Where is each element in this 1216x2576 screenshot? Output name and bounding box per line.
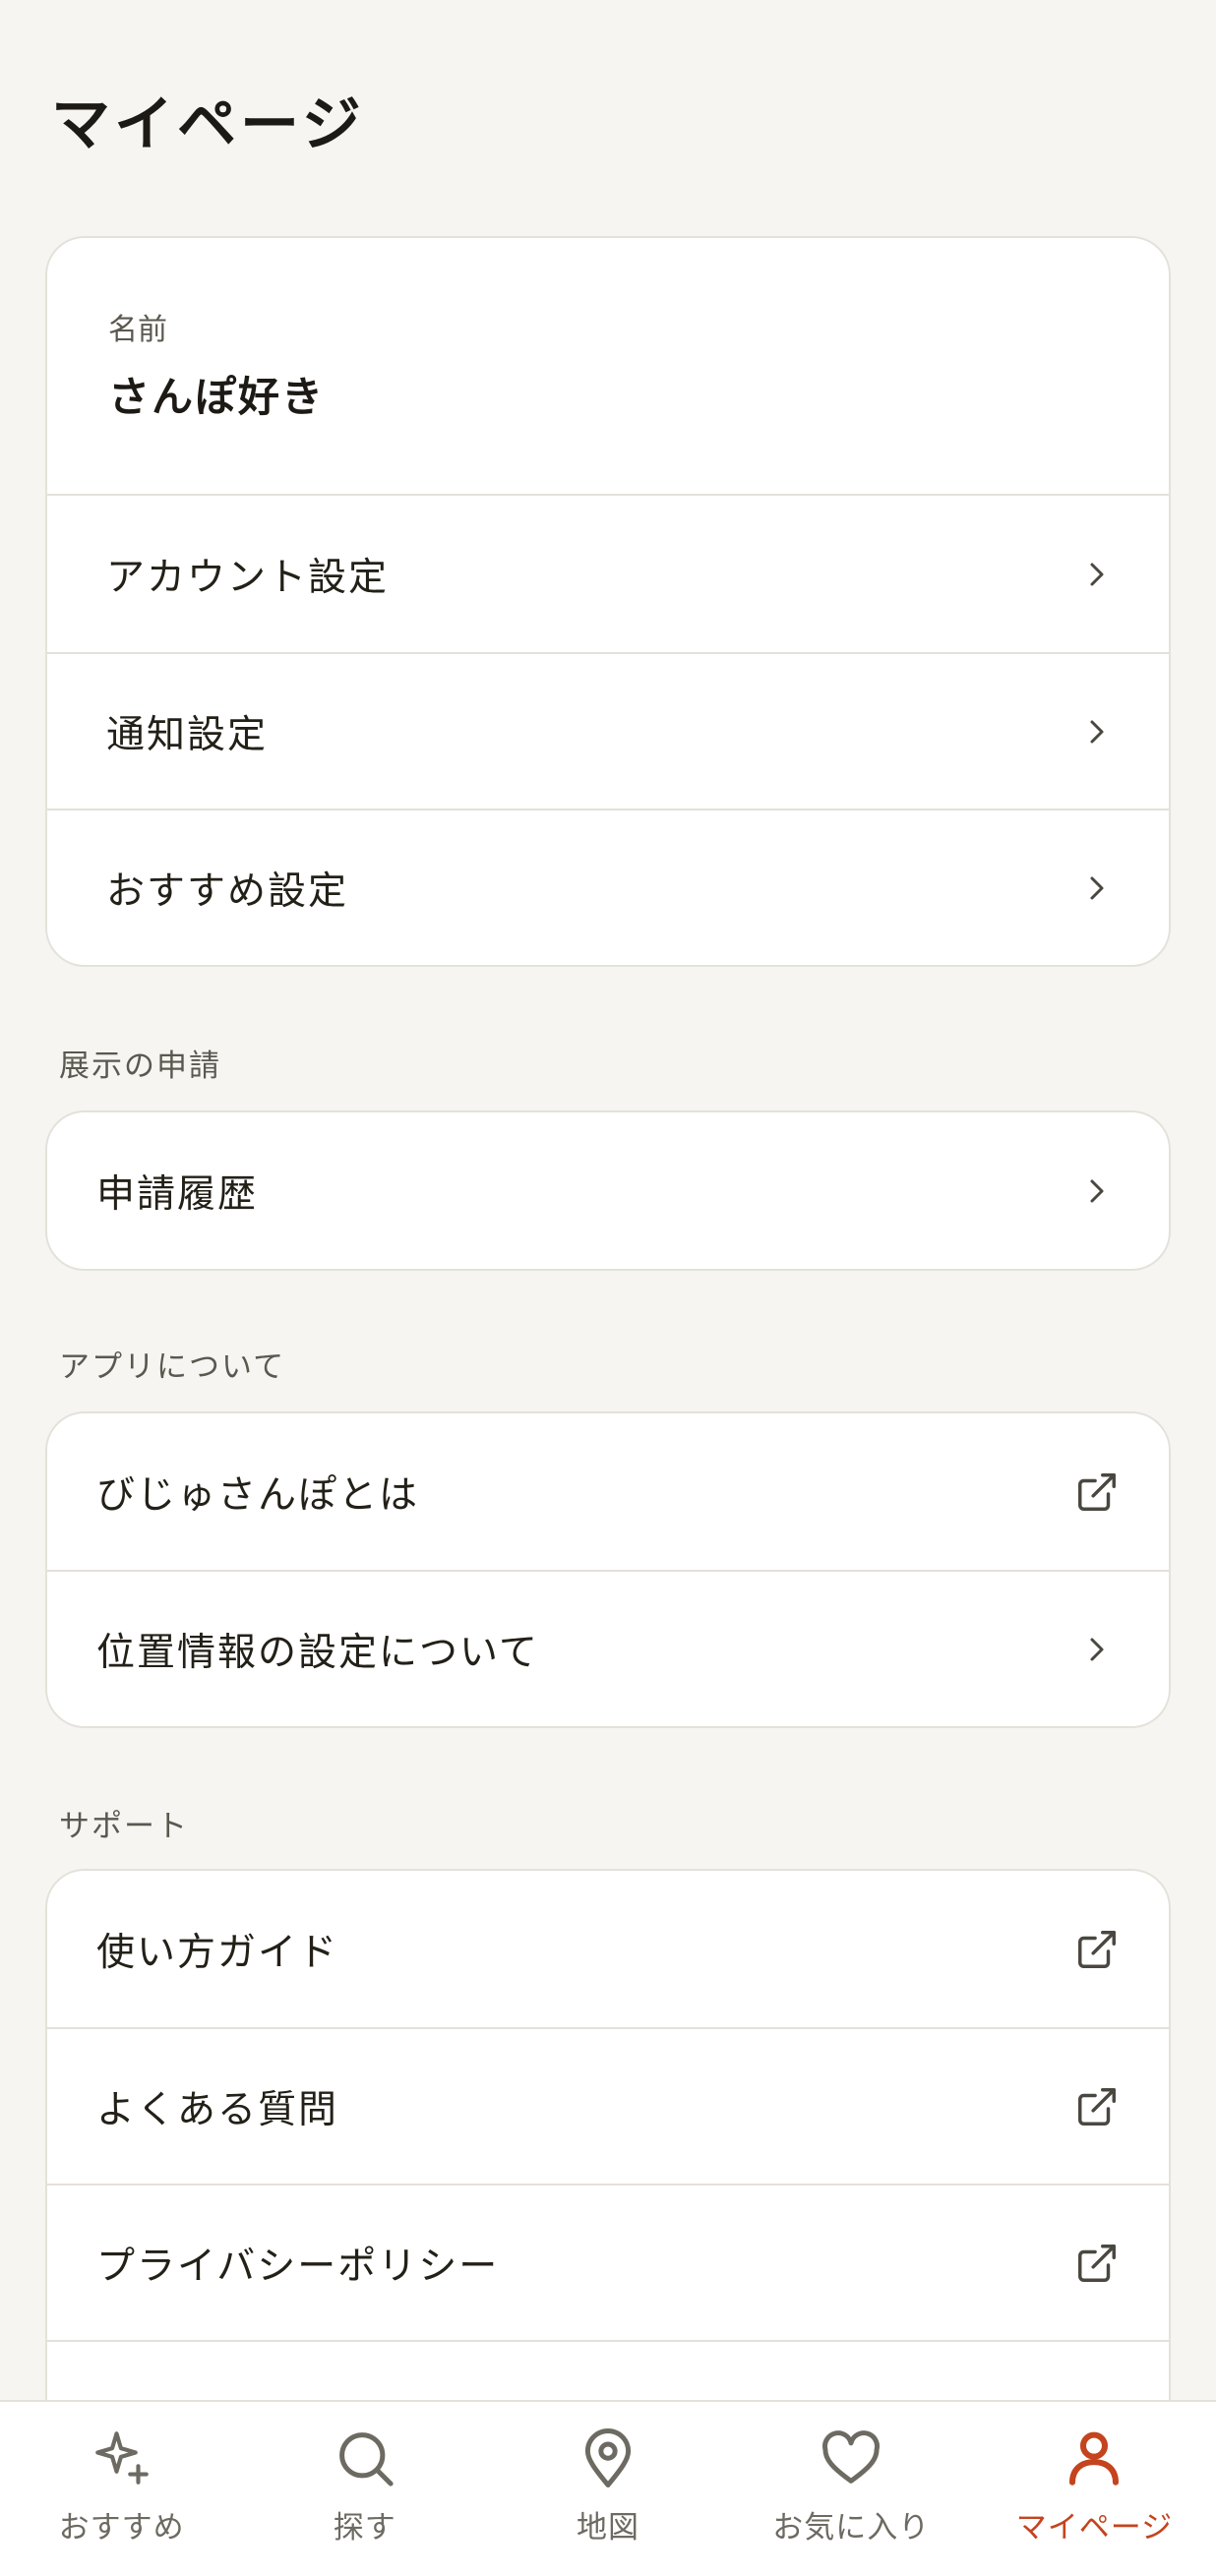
tab-search[interactable]: 探す bbox=[243, 2402, 486, 2576]
row-label: アカウント設定 bbox=[106, 555, 390, 600]
privacy-policy-row[interactable]: プライバシーポリシー bbox=[47, 2184, 1169, 2340]
external-link-icon bbox=[1072, 2239, 1122, 2288]
profile-block: 名前 さんぽ好き bbox=[47, 238, 1169, 496]
application-history-row[interactable]: 申請履歴 bbox=[47, 1112, 1169, 1269]
recommend-settings-row[interactable]: おすすめ設定 bbox=[47, 809, 1169, 965]
map-pin-icon bbox=[584, 2428, 632, 2487]
row-label: 使い方ガイド bbox=[96, 1930, 339, 1975]
faq-row[interactable]: よくある質問 bbox=[47, 2027, 1169, 2184]
sparkle-icon bbox=[94, 2431, 149, 2485]
user-icon bbox=[1069, 2431, 1120, 2486]
tab-label: マイページ bbox=[1015, 2510, 1174, 2546]
location-settings-row[interactable]: 位置情報の設定について bbox=[47, 1570, 1169, 1726]
row-label: 位置情報の設定について bbox=[96, 1630, 539, 1675]
chevron-right-icon bbox=[1072, 1625, 1122, 1674]
chevron-right-icon bbox=[1072, 707, 1122, 756]
chevron-right-icon bbox=[1072, 550, 1122, 599]
account-card: 名前 さんぽ好き アカウント設定 通知設定 おすすめ設定 bbox=[45, 236, 1171, 967]
chevron-right-icon bbox=[1072, 1167, 1122, 1216]
profile-name-label: 名前 bbox=[108, 313, 167, 347]
exhibit-card: 申請履歴 bbox=[45, 1110, 1171, 1271]
notification-settings-row[interactable]: 通知設定 bbox=[47, 652, 1169, 809]
tab-mypage[interactable]: マイページ bbox=[973, 2402, 1216, 2576]
row-label: おすすめ設定 bbox=[106, 869, 349, 914]
row-label: 通知設定 bbox=[106, 712, 269, 757]
tab-label: 地図 bbox=[577, 2510, 639, 2546]
my-page-screen: マイページ 名前 さんぽ好き アカウント設定 通知設定 おすすめ設定 展示の申請 bbox=[0, 0, 1216, 2576]
section-title-about: アプリについて bbox=[59, 1349, 286, 1385]
external-link-icon bbox=[1072, 1468, 1122, 1517]
tab-label: おすすめ bbox=[58, 2510, 185, 2546]
section-title-support: サポート bbox=[59, 1809, 189, 1844]
search-icon bbox=[338, 2432, 394, 2486]
tab-map[interactable]: 地図 bbox=[486, 2402, 729, 2576]
external-link-icon bbox=[1072, 2082, 1122, 2131]
usage-guide-row[interactable]: 使い方ガイド bbox=[47, 1871, 1169, 2027]
chevron-right-icon bbox=[1072, 864, 1122, 913]
tab-label: 探す bbox=[333, 2510, 396, 2546]
account-settings-row[interactable]: アカウント設定 bbox=[47, 496, 1169, 652]
tab-label: お気に入り bbox=[772, 2510, 931, 2546]
heart-icon bbox=[822, 2430, 881, 2484]
row-label: よくある質問 bbox=[96, 2087, 339, 2132]
about-card: びじゅさんぽとは 位置情報の設定について bbox=[45, 1411, 1171, 1728]
bottom-tab-bar: おすすめ 探す 地図 お気に入り マイページ bbox=[0, 2400, 1216, 2576]
tab-recommend[interactable]: おすすめ bbox=[0, 2402, 243, 2576]
tab-favorites[interactable]: お気に入り bbox=[730, 2402, 973, 2576]
row-label: プライバシーポリシー bbox=[96, 2244, 500, 2289]
row-label: びじゅさんぽとは bbox=[96, 1472, 420, 1518]
page-title: マイページ bbox=[51, 90, 365, 159]
external-link-icon bbox=[1072, 1925, 1122, 1974]
about-app-row[interactable]: びじゅさんぽとは bbox=[47, 1413, 1169, 1570]
section-title-exhibit: 展示の申請 bbox=[59, 1048, 221, 1084]
profile-name-value: さんぽ好き bbox=[108, 373, 326, 421]
row-label: 申請履歴 bbox=[96, 1171, 259, 1217]
